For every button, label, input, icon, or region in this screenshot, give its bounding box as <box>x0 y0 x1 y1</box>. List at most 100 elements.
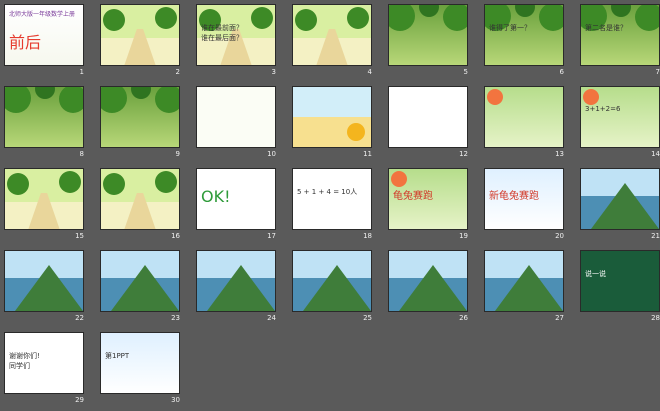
slide-number: 16 <box>171 232 180 240</box>
slide-number: 7 <box>655 68 660 76</box>
slide-content: 谢谢你们! 同学们 <box>5 333 83 393</box>
slide-number: 29 <box>75 396 84 404</box>
slide-content: 第二名是谁？ <box>581 5 659 65</box>
slide-thumbnail-12[interactable] <box>388 86 468 148</box>
slide-thumbnail-11[interactable] <box>292 86 372 148</box>
slide-thumbnail-15[interactable] <box>4 168 84 230</box>
slide-content <box>485 87 563 147</box>
slide-thumbnail-5[interactable] <box>388 4 468 66</box>
slide-number: 12 <box>459 150 468 158</box>
slide-thumbnail-21[interactable] <box>580 168 660 230</box>
slide-content <box>293 87 371 147</box>
slide-number: 28 <box>651 314 660 322</box>
slide-number: 26 <box>459 314 468 322</box>
slide-content <box>5 169 83 229</box>
slide-content <box>389 251 467 311</box>
slide-thumbnail-4[interactable] <box>292 4 372 66</box>
slide-content <box>389 87 467 147</box>
slide-number: 30 <box>171 396 180 404</box>
slide-number: 22 <box>75 314 84 322</box>
slide-number: 3 <box>271 68 276 76</box>
slide-thumbnail-13[interactable] <box>484 86 564 148</box>
slide-content: 龟兔赛跑 <box>389 169 467 229</box>
slide-content <box>197 251 275 311</box>
slide-number: 21 <box>651 232 660 240</box>
slide-content <box>485 251 563 311</box>
slide-thumbnail-8[interactable] <box>4 86 84 148</box>
slide-thumbnail-26[interactable] <box>388 250 468 312</box>
slide-content <box>293 251 371 311</box>
slide-text: 新龟兔赛跑 <box>489 191 539 202</box>
slide-number: 23 <box>171 314 180 322</box>
slide-number: 18 <box>363 232 372 240</box>
slide-thumbnail-19[interactable]: 龟兔赛跑 <box>388 168 468 230</box>
slide-content <box>197 87 275 147</box>
slide-content: OK! <box>197 169 275 229</box>
slide-thumbnail-20[interactable]: 新龟兔赛跑 <box>484 168 564 230</box>
slide-content: 谁得了第一？ <box>485 5 563 65</box>
slide-text: OK! <box>201 187 231 206</box>
slide-content <box>581 169 659 229</box>
slide-thumbnail-17[interactable]: OK! <box>196 168 276 230</box>
slide-number: 6 <box>559 68 564 76</box>
slide-thumbnail-2[interactable] <box>100 4 180 66</box>
slide-thumbnail-16[interactable] <box>100 168 180 230</box>
slide-thumbnail-7[interactable]: 第二名是谁？ <box>580 4 660 66</box>
slide-number: 10 <box>267 150 276 158</box>
slide-number: 24 <box>267 314 276 322</box>
slide-number: 8 <box>79 150 84 158</box>
slide-text: 5 + 1 + 4 = 10人 <box>297 188 358 196</box>
slide-content <box>101 5 179 65</box>
slide-thumbnail-23[interactable] <box>100 250 180 312</box>
slide-thumbnail-30[interactable]: 第1PPT <box>100 332 180 394</box>
slide-number: 27 <box>555 314 564 322</box>
slide-content <box>389 5 467 65</box>
slide-number: 2 <box>175 68 180 76</box>
slide-text: 同学们 <box>9 362 30 370</box>
slide-content <box>5 87 83 147</box>
slide-thumbnail-14[interactable]: 3+1+2=6 <box>580 86 660 148</box>
slide-number: 1 <box>79 68 84 76</box>
slide-thumbnail-29[interactable]: 谢谢你们! 同学们 <box>4 332 84 394</box>
slide-text: 谢谢你们! <box>9 352 40 360</box>
slide-number: 9 <box>175 150 180 158</box>
slide-thumbnail-24[interactable] <box>196 250 276 312</box>
slide-text: 谁得了第一？ <box>489 24 531 32</box>
slide-content: 说一说 <box>581 251 659 311</box>
slide-number: 5 <box>463 68 468 76</box>
slide-thumbnail-22[interactable] <box>4 250 84 312</box>
slide-content: 第1PPT <box>101 333 179 393</box>
slide-number: 11 <box>363 150 372 158</box>
slide-content <box>293 5 371 65</box>
slide-content: 谁在最前面？ 谁在最后面？ <box>197 5 275 65</box>
slide-number: 25 <box>363 314 372 322</box>
slide-content: 3+1+2=6 <box>581 87 659 147</box>
slide-text: 谁在最后面？ <box>201 34 243 42</box>
slide-text: 龟兔赛跑 <box>393 191 433 202</box>
slide-thumbnail-6[interactable]: 谁得了第一？ <box>484 4 564 66</box>
slide-thumbnail-18[interactable]: 5 + 1 + 4 = 10人 <box>292 168 372 230</box>
slide-content <box>101 87 179 147</box>
slide-text: 北师大版一年级数学上册 <box>9 11 76 18</box>
slide-text: 3+1+2=6 <box>585 105 621 113</box>
slide-number: 13 <box>555 150 564 158</box>
slide-number: 19 <box>459 232 468 240</box>
slide-content <box>5 251 83 311</box>
slide-content: 新龟兔赛跑 <box>485 169 563 229</box>
slide-text: 第二名是谁？ <box>585 24 627 32</box>
slide-text: 前后 <box>9 33 42 52</box>
slide-thumbnail-27[interactable] <box>484 250 564 312</box>
slide-content: 5 + 1 + 4 = 10人 <box>293 169 371 229</box>
slide-thumbnail-1[interactable]: 北师大版一年级数学上册前后 <box>4 4 84 66</box>
slide-number: 15 <box>75 232 84 240</box>
slide-thumbnail-9[interactable] <box>100 86 180 148</box>
slide-content <box>101 169 179 229</box>
slide-thumbnail-3[interactable]: 谁在最前面？ 谁在最后面？ <box>196 4 276 66</box>
slide-thumbnail-25[interactable] <box>292 250 372 312</box>
slide-number: 14 <box>651 150 660 158</box>
slide-sorter: 北师大版一年级数学上册 前后 1 2 谁在最前面？ 谁在最后面？ 3 4 5 谁得了第一？ 6 第二名… <box>0 0 660 411</box>
slide-thumbnail-10[interactable] <box>196 86 276 148</box>
slide-thumbnail-28[interactable]: 说一说 <box>580 250 660 312</box>
slide-text: 谁在最前面？ <box>201 24 243 32</box>
slide-number: 20 <box>555 232 564 240</box>
